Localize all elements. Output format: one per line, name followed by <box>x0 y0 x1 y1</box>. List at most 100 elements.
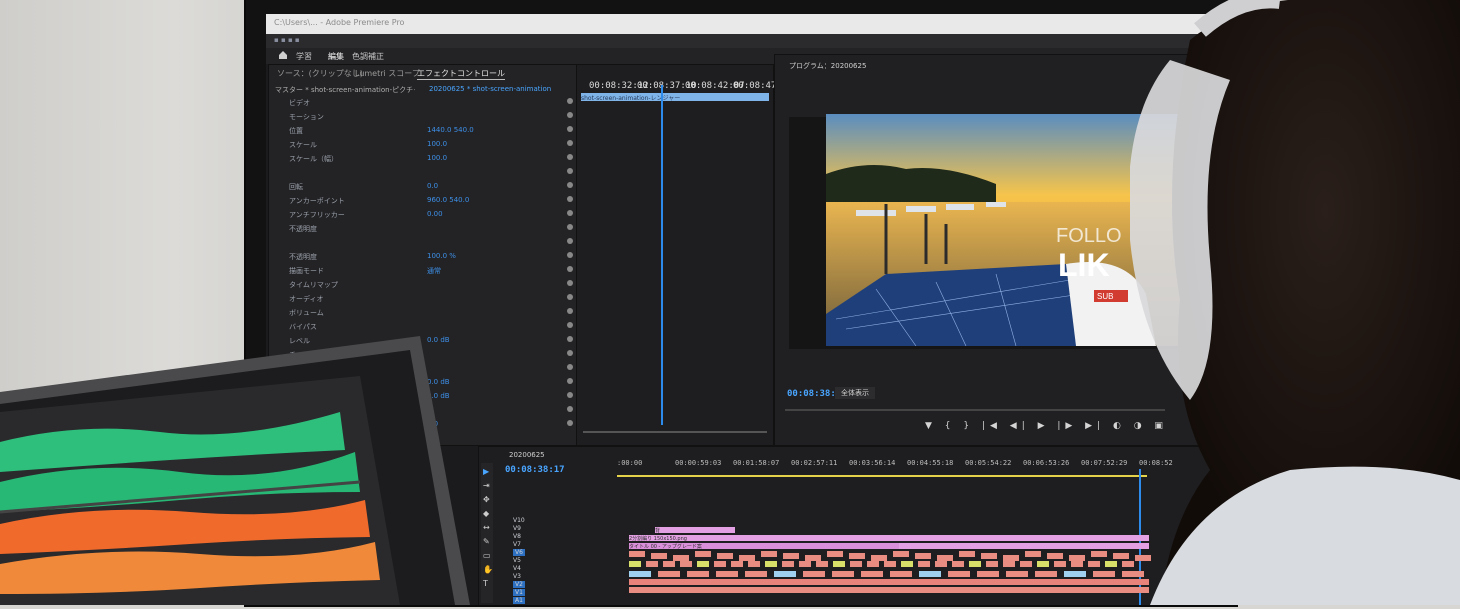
timeline-clip[interactable] <box>850 561 862 567</box>
keyframe-toggle-icon[interactable] <box>567 336 573 342</box>
keyframe-toggle-icon[interactable] <box>567 140 573 146</box>
effect-row[interactable]: オーディオ <box>269 293 573 305</box>
hand-icon[interactable]: ✋ <box>483 565 493 574</box>
timeline-clip[interactable] <box>1037 561 1049 567</box>
timeline-clip[interactable] <box>745 571 767 577</box>
effect-row-value[interactable]: 0.0 <box>427 182 438 190</box>
ripple-edit-icon[interactable]: ✥ <box>483 495 490 504</box>
keyframe-toggle-icon[interactable] <box>567 252 573 258</box>
effect-row[interactable]: アンチフリッカー 0.00 <box>269 209 573 221</box>
timeline-clip[interactable] <box>849 553 865 559</box>
timeline-clip[interactable] <box>1006 571 1028 577</box>
timeline-clip[interactable] <box>782 561 794 567</box>
effect-row[interactable]: モーション <box>269 111 573 123</box>
timeline-clip[interactable] <box>1105 561 1117 567</box>
timeline-clip[interactable] <box>1047 553 1063 559</box>
timeline-clip[interactable] <box>651 553 667 559</box>
keyframe-toggle-icon[interactable] <box>567 322 573 328</box>
keyframe-toggle-icon[interactable] <box>567 350 573 356</box>
timeline-clip[interactable] <box>803 571 825 577</box>
keyframe-toggle-icon[interactable] <box>567 224 573 230</box>
timeline-clip[interactable] <box>783 553 799 559</box>
timeline-clip[interactable]: タイトル 00 - アップグレード案 <box>629 543 929 549</box>
keyframe-toggle-icon[interactable] <box>567 294 573 300</box>
timeline-clip[interactable] <box>1113 553 1129 559</box>
effect-row[interactable]: タイムリマップ <box>269 279 573 291</box>
razor-icon[interactable]: ◆ <box>483 509 489 518</box>
effect-row-value[interactable]: 100.0 <box>427 154 447 162</box>
rectangle-icon[interactable]: ▭ <box>483 551 491 560</box>
tab-effect-controls[interactable]: エフェクトコントロール <box>417 68 505 80</box>
keyframe-toggle-icon[interactable] <box>567 406 573 412</box>
track-label[interactable]: V6 <box>513 549 525 556</box>
slip-icon[interactable]: ↔ <box>483 523 490 532</box>
timeline-clip[interactable] <box>918 561 930 567</box>
menu-item[interactable]: ▪ ▪ ▪ ▪ <box>274 36 300 44</box>
timeline-clip[interactable] <box>915 553 931 559</box>
timeline-clip[interactable] <box>893 551 909 557</box>
timeline-clip[interactable]: 背 <box>655 527 735 533</box>
track-label[interactable]: V4 <box>513 565 521 572</box>
workspace-tab-edit[interactable]: 編集 <box>328 51 344 62</box>
effect-row-value[interactable]: 100.0 <box>427 140 447 148</box>
timeline-clip[interactable] <box>959 551 975 557</box>
keyframe-toggle-icon[interactable] <box>567 266 573 272</box>
timeline-clip[interactable] <box>901 561 913 567</box>
timeline-clip[interactable] <box>1091 551 1107 557</box>
tab-lumetri-scopes[interactable]: Lumetri スコープ <box>355 68 420 79</box>
effect-row[interactable] <box>269 237 573 249</box>
timeline-clip[interactable] <box>981 553 997 559</box>
timeline-clip[interactable] <box>1093 571 1115 577</box>
sequence-tab[interactable]: 20200625 <box>509 451 545 459</box>
keyframe-toggle-icon[interactable] <box>567 182 573 188</box>
timeline-clip[interactable] <box>816 561 828 567</box>
keyframe-toggle-icon[interactable] <box>567 392 573 398</box>
mini-clip-bar[interactable]: shot-screen-animation-レンジャー <box>581 93 769 101</box>
keyframe-toggle-icon[interactable] <box>567 238 573 244</box>
track-label[interactable]: V10 <box>513 517 525 524</box>
timeline-clip[interactable] <box>1054 561 1066 567</box>
keyframe-toggle-icon[interactable] <box>567 98 573 104</box>
keyframe-toggle-icon[interactable] <box>567 420 573 426</box>
effect-row[interactable]: 位置 1440.0 540.0 <box>269 125 573 137</box>
keyframe-toggle-icon[interactable] <box>567 168 573 174</box>
keyframe-toggle-icon[interactable] <box>567 364 573 370</box>
effect-row-value[interactable]: 960.0 540.0 <box>427 196 469 204</box>
timeline-clip[interactable] <box>697 561 709 567</box>
track-label[interactable]: A1 <box>513 597 525 604</box>
workspace-tab-color[interactable]: 色調補正 <box>352 51 384 62</box>
track-label[interactable]: V1 <box>513 589 525 596</box>
timeline-clip[interactable] <box>629 561 641 567</box>
timeline-clip[interactable] <box>1035 571 1057 577</box>
tab-source[interactable]: ソース：(クリップなし) <box>277 68 363 79</box>
effect-row[interactable]: 回転 0.0 <box>269 181 573 193</box>
effect-row[interactable]: 不透明度 100.0 % <box>269 251 573 263</box>
timeline-clip[interactable] <box>714 561 726 567</box>
timeline-clip[interactable] <box>663 561 675 567</box>
timeline-clip[interactable] <box>658 571 680 577</box>
effect-row-value[interactable]: 100.0 % <box>427 252 456 260</box>
type-tool-icon[interactable]: T <box>483 579 488 588</box>
timeline-clip[interactable] <box>1003 561 1015 567</box>
effect-row[interactable]: ボリューム <box>269 307 573 319</box>
keyframe-toggle-icon[interactable] <box>567 126 573 132</box>
track-label[interactable]: V3 <box>513 573 521 580</box>
timeline-clip[interactable] <box>1064 571 1086 577</box>
timeline-clip[interactable] <box>919 571 941 577</box>
timeline-clip[interactable] <box>629 571 651 577</box>
timeline-clip[interactable] <box>833 561 845 567</box>
timeline-clip[interactable] <box>935 561 947 567</box>
timeline-clip[interactable] <box>1088 561 1100 567</box>
timeline-clip[interactable] <box>952 561 964 567</box>
zoom-select[interactable]: 全体表示 <box>835 387 875 399</box>
timeline-clip[interactable] <box>884 561 896 567</box>
timeline-clip[interactable] <box>629 551 645 557</box>
timeline-clip[interactable] <box>986 561 998 567</box>
timeline-clip[interactable] <box>948 571 970 577</box>
effect-row-value[interactable]: 1440.0 540.0 <box>427 126 474 134</box>
keyframe-toggle-icon[interactable] <box>567 196 573 202</box>
effect-row[interactable]: アンカーポイント 960.0 540.0 <box>269 195 573 207</box>
mini-scrollbar[interactable] <box>583 431 767 433</box>
keyframe-toggle-icon[interactable] <box>567 280 573 286</box>
timeline-timecode[interactable]: 00:08:38:17 <box>505 465 565 475</box>
